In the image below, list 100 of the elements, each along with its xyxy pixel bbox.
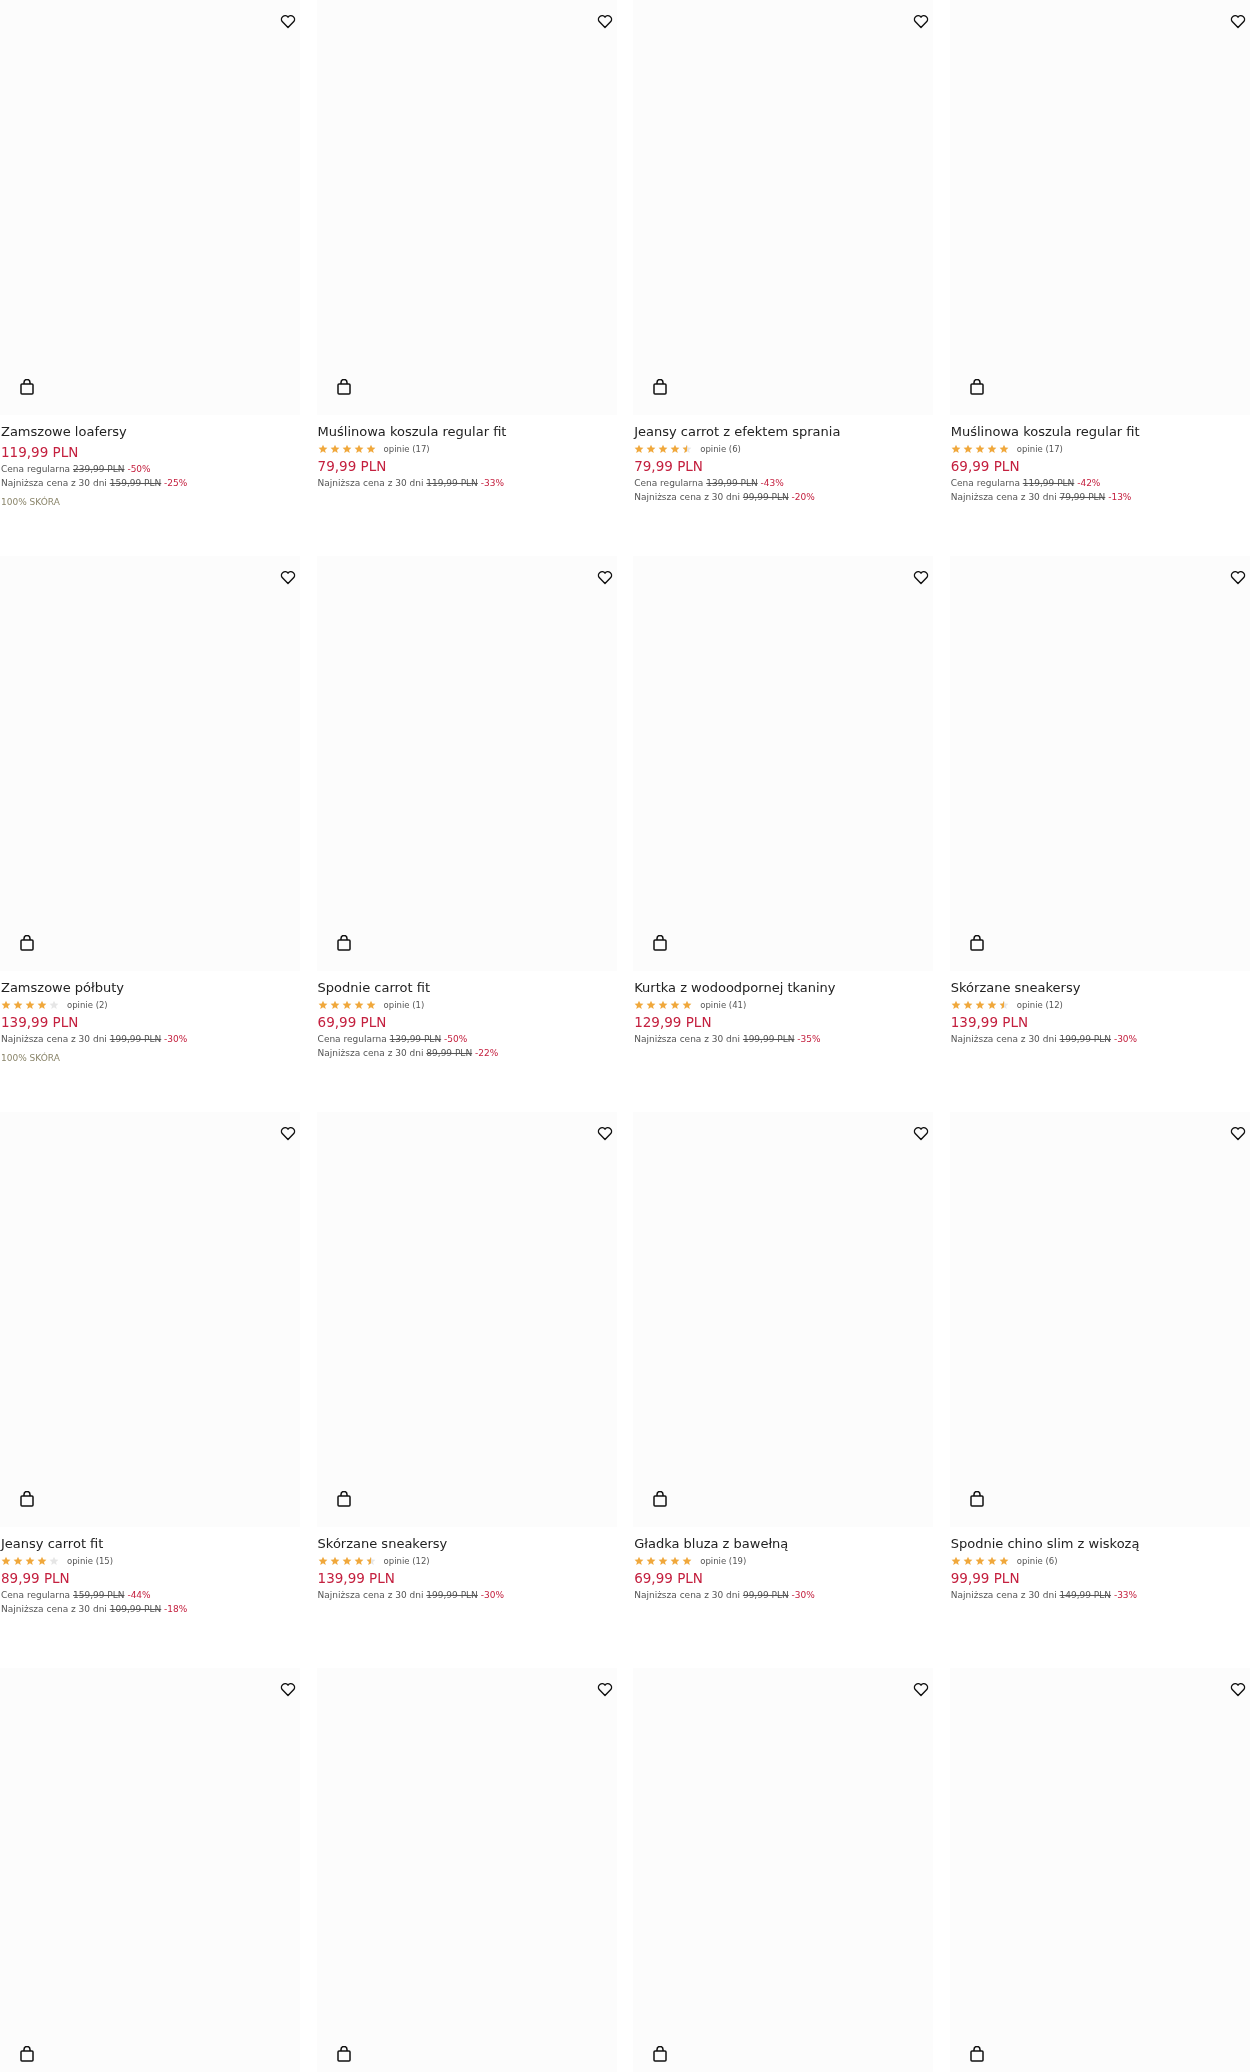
product-price: 89,99 PLN	[1, 1570, 71, 1586]
price-note: Najniższa cena z 30 dni 159,99 PLN -25%	[1, 477, 189, 489]
star-icon	[658, 1556, 669, 1566]
heart-icon[interactable]	[913, 570, 930, 585]
heart-icon[interactable]	[1229, 1126, 1246, 1141]
star-icon	[341, 1000, 352, 1010]
shopping-bag-icon[interactable]	[20, 379, 34, 395]
star-icon	[341, 444, 352, 454]
shopping-bag-icon[interactable]	[969, 2046, 984, 2062]
price-note: Najniższa cena z 30 dni 149,99 PLN -33%	[950, 1589, 1139, 1601]
price-note: Cena regularna 139,99 PLN -43%	[634, 477, 785, 489]
star-icon	[25, 1556, 35, 1566]
shopping-bag-icon[interactable]	[336, 2046, 351, 2062]
star-icon	[646, 444, 657, 454]
product-price: 79,99 PLN	[317, 458, 388, 474]
star-icon	[49, 1556, 59, 1566]
shopping-bag-icon[interactable]	[969, 1491, 984, 1507]
star-icon	[646, 1000, 657, 1010]
shopping-bag-icon[interactable]	[653, 2046, 668, 2062]
material-tag: 100% SKÓRA	[1, 497, 300, 507]
shopping-bag-icon[interactable]	[336, 379, 351, 395]
price-note: Cena regularna 159,99 PLN -44%	[1, 1589, 152, 1601]
shopping-bag-icon[interactable]	[653, 379, 668, 395]
price-note: Najniższa cena z 30 dni 99,99 PLN -20%	[634, 491, 816, 503]
product-name[interactable]: Spodnie chino slim z wiskozą	[950, 1536, 1250, 1551]
product-price: 129,99 PLN	[634, 1014, 713, 1030]
heart-icon[interactable]	[913, 14, 930, 29]
shopping-bag-icon[interactable]	[20, 1491, 34, 1507]
product-price: 139,99 PLN	[317, 1570, 396, 1586]
heart-icon[interactable]	[596, 1126, 613, 1141]
shopping-bag-icon[interactable]	[20, 935, 34, 951]
product-name[interactable]: Zamszowe loafersy	[1, 424, 300, 439]
shopping-bag-icon[interactable]	[969, 935, 984, 951]
star-icon	[317, 1556, 328, 1566]
star-icon	[634, 444, 645, 454]
star-icon	[986, 444, 997, 454]
shopping-bag-icon[interactable]	[969, 379, 984, 395]
star-icon	[658, 1000, 669, 1010]
price-note: Najniższa cena z 30 dni 199,99 PLN -30%	[1, 1033, 189, 1045]
star-icon	[998, 444, 1009, 454]
heart-icon[interactable]	[596, 1682, 613, 1697]
product-name[interactable]: Muślinowa koszula regular fit	[950, 424, 1250, 439]
heart-icon[interactable]	[913, 1682, 930, 1697]
price-note: Najniższa cena z 30 dni 99,99 PLN -30%	[634, 1589, 816, 1601]
star-icon	[646, 1556, 657, 1566]
review-count: opinie (17)	[383, 444, 430, 454]
heart-icon[interactable]	[596, 570, 613, 585]
star-icon	[365, 1000, 376, 1010]
shopping-bag-icon[interactable]	[653, 1491, 668, 1507]
review-count: opinie (17)	[1016, 444, 1063, 454]
product-price: 139,99 PLN	[1, 1014, 80, 1030]
heart-icon[interactable]	[1229, 570, 1246, 585]
heart-icon[interactable]	[280, 14, 296, 29]
shopping-bag-icon[interactable]	[336, 935, 351, 951]
price-note: Najniższa cena z 30 dni 109,99 PLN -18%	[1, 1603, 189, 1615]
review-count: opinie (19)	[700, 1556, 747, 1566]
star-icon	[986, 1556, 997, 1566]
star-icon	[329, 1000, 340, 1010]
shopping-bag-icon[interactable]	[653, 935, 668, 951]
product-name[interactable]: Jeansy carrot z efektem sprania	[634, 424, 934, 439]
product-name[interactable]: Spodnie carrot fit	[317, 980, 617, 995]
heart-icon[interactable]	[280, 1126, 296, 1141]
star-icon	[974, 1000, 985, 1010]
star-icon	[49, 1000, 59, 1010]
price-note: Najniższa cena z 30 dni 79,99 PLN -13%	[950, 491, 1133, 503]
review-count: opinie (12)	[1016, 1000, 1063, 1010]
star-icon	[353, 444, 364, 454]
price-note: Cena regularna 239,99 PLN -50%	[1, 463, 152, 475]
star-icon	[682, 444, 693, 454]
star-icon	[329, 444, 340, 454]
heart-icon[interactable]	[596, 14, 613, 29]
star-icon	[365, 1556, 376, 1566]
heart-icon[interactable]	[1229, 1682, 1246, 1697]
price-note: Najniższa cena z 30 dni 119,99 PLN -33%	[317, 477, 505, 489]
product-price: 119,99 PLN	[1, 444, 80, 460]
star-icon	[950, 1556, 961, 1566]
price-note: Najniższa cena z 30 dni 199,99 PLN -35%	[634, 1033, 822, 1045]
star-icon	[962, 444, 973, 454]
product-name[interactable]: Gładka bluza z bawełną	[634, 1536, 934, 1551]
heart-icon[interactable]	[913, 1126, 930, 1141]
product-name[interactable]: Muślinowa koszula regular fit	[317, 424, 617, 439]
star-icon	[998, 1000, 1009, 1010]
star-icon	[317, 444, 328, 454]
star-icon	[353, 1556, 364, 1566]
heart-icon[interactable]	[280, 1682, 296, 1697]
shopping-bag-icon[interactable]	[336, 1491, 351, 1507]
product-price: 69,99 PLN	[317, 1014, 388, 1030]
product-name[interactable]: Jeansy carrot fit	[1, 1536, 300, 1551]
star-icon	[317, 1000, 328, 1010]
heart-icon[interactable]	[1229, 14, 1246, 29]
review-count: opinie (6)	[1016, 1556, 1058, 1566]
star-icon	[658, 444, 669, 454]
product-name[interactable]: Kurtka z wodoodpornej tkaniny	[634, 980, 934, 995]
product-name[interactable]: Skórzane sneakersy	[317, 1536, 617, 1551]
shopping-bag-icon[interactable]	[20, 2046, 34, 2062]
heart-icon[interactable]	[280, 570, 296, 585]
product-name[interactable]: Skórzane sneakersy	[950, 980, 1250, 995]
star-icon	[670, 1556, 681, 1566]
price-note: Najniższa cena z 30 dni 89,99 PLN -22%	[317, 1047, 500, 1059]
product-name[interactable]: Zamszowe półbuty	[1, 980, 300, 995]
